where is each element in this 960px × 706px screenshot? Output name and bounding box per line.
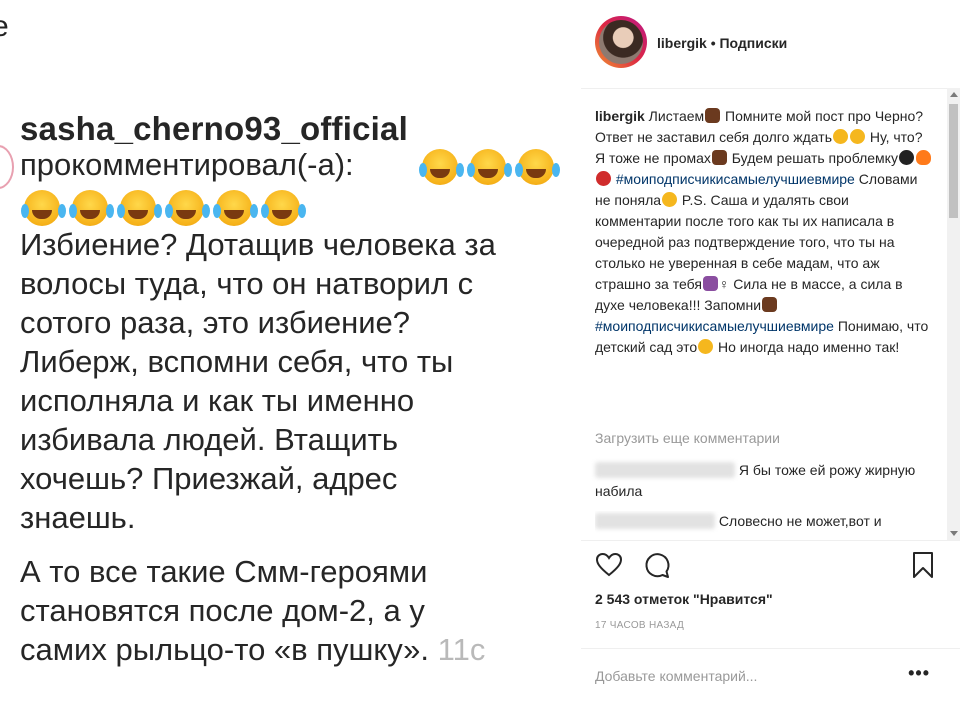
fist-emoji-icon	[711, 150, 727, 165]
cropped-avatar	[0, 145, 14, 189]
add-comment-bar: Добавьте комментарий... •••	[581, 648, 960, 706]
image-comment-text: Избиение? Дотащив человека за волосы туд…	[20, 227, 496, 535]
image-username: sasha_cherno93_official	[20, 110, 408, 147]
image-comment-text-2: А то все такие Смм-героями становятся по…	[20, 552, 570, 669]
laughing-emoji-icon	[213, 190, 252, 226]
post-sidebar: libergik • Подписки libergik Листаем Пом…	[581, 0, 960, 705]
laughing-emoji-row	[21, 190, 312, 226]
image-comment-paragraph: А то все такие Смм-героями становятся по…	[20, 554, 430, 667]
load-more-comments-link[interactable]: Загрузить еще комментарии	[595, 430, 780, 446]
ok-hand-emoji-icon	[850, 129, 865, 144]
scroll-down-arrow-icon[interactable]	[950, 531, 958, 536]
image-commented-label: прокомментировал(-а):	[20, 147, 354, 182]
laughing-emoji-icon	[165, 190, 204, 226]
heart-icon[interactable]	[595, 551, 623, 579]
comment-text: Словесно не может,вот и	[715, 513, 882, 529]
avatar[interactable]	[595, 16, 647, 68]
hashtag-link[interactable]: #моиподписчикисамыелучшиевмире	[616, 171, 855, 187]
fist-emoji-icon	[762, 297, 778, 312]
comment-item: Я бы тоже ей рожу жирную набила	[595, 460, 925, 502]
caption-text: Будем решать проблемку	[727, 150, 898, 166]
post-username-link[interactable]: libergik	[657, 35, 707, 51]
laughing-emoji-icon	[833, 129, 848, 144]
laughing-emoji-icon	[117, 190, 156, 226]
laughing-emoji-row	[419, 149, 566, 185]
laughing-emoji-icon	[419, 149, 458, 185]
caption-text: Листаем	[644, 108, 705, 124]
add-comment-input[interactable]: Добавьте комментарий...	[595, 668, 757, 684]
image-timestamp: 11с	[437, 632, 486, 667]
comments-scrollbar[interactable]	[947, 88, 960, 540]
caption-text: Но иногда надо именно так!	[714, 339, 900, 355]
laughing-emoji-icon	[515, 149, 554, 185]
post-time[interactable]: 17 ЧАСОВ НАЗАД	[595, 620, 684, 631]
devil-emoji-icon	[596, 171, 611, 186]
smirk-emoji-icon	[662, 192, 678, 207]
bomb-emoji-icon	[898, 150, 914, 165]
likes-count[interactable]: 2 543 отметок "Нравится"	[595, 591, 773, 607]
blurred-username[interactable]	[595, 513, 715, 529]
bookmark-icon[interactable]	[909, 551, 937, 579]
scrollbar-thumb[interactable]	[949, 104, 958, 218]
post-image: e sasha_cherno93_official прокомментиров…	[0, 0, 581, 705]
hashtag-link[interactable]: #моиподписчикисамыелучшиевмире	[595, 318, 834, 334]
fire-emoji-icon	[915, 150, 931, 165]
laughing-emoji-icon	[69, 190, 108, 226]
fist-emoji-icon	[705, 108, 721, 123]
scroll-up-arrow-icon[interactable]	[950, 92, 958, 97]
following-button[interactable]: Подписки	[719, 35, 787, 51]
laughing-emoji-icon	[21, 190, 60, 226]
caption-author-link[interactable]: libergik	[595, 108, 645, 124]
blurred-username[interactable]	[595, 462, 735, 478]
laughing-emoji-icon	[261, 190, 300, 226]
comment-icon[interactable]	[643, 551, 671, 579]
separator-dot: •	[710, 35, 716, 51]
comment-item: Словесно не может,вот и	[595, 511, 925, 539]
cropped-text: e	[0, 10, 9, 43]
laughing-emoji-icon	[467, 149, 506, 185]
post-actions	[581, 540, 960, 591]
post-header-text: libergik • Подписки	[657, 35, 787, 51]
more-options-icon[interactable]: •••	[908, 663, 930, 684]
post-header: libergik • Подписки	[581, 0, 960, 89]
tongue-emoji-icon	[698, 339, 714, 354]
facepalm-emoji-icon	[702, 276, 718, 291]
